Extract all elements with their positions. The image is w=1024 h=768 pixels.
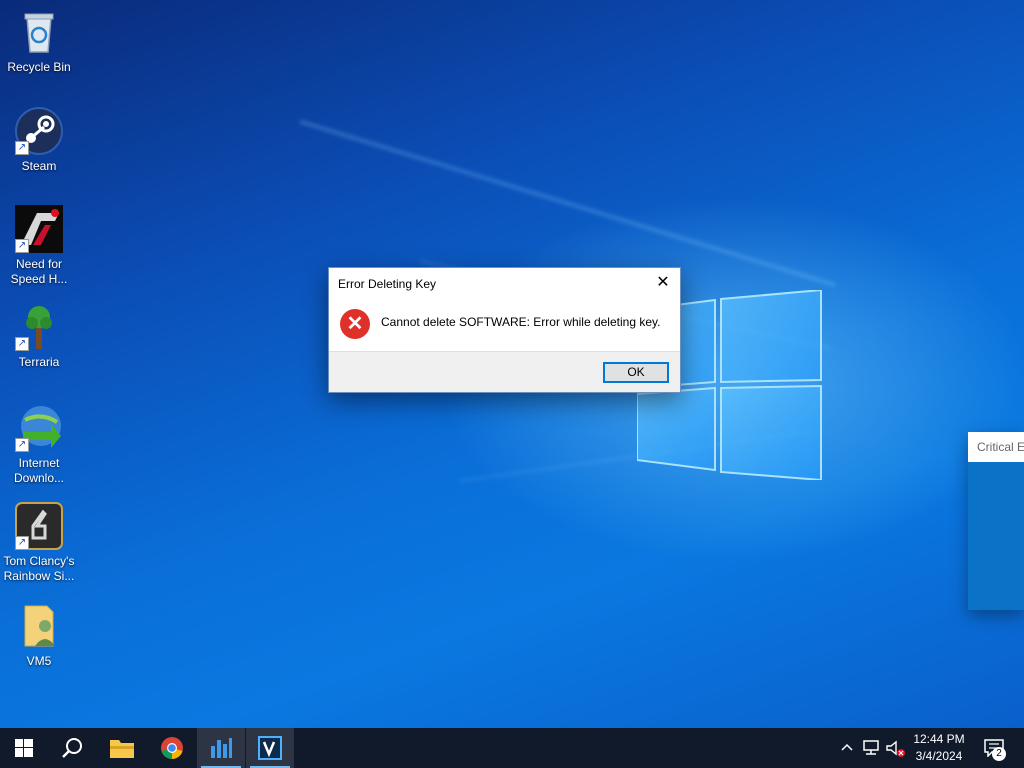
user-folder-icon xyxy=(15,602,63,650)
start-button[interactable] xyxy=(0,728,48,768)
network-icon xyxy=(863,740,879,755)
taskbar-clock[interactable]: 12:44 PM 3/4/2024 xyxy=(906,731,972,765)
recycle-bin-icon xyxy=(15,8,63,56)
chevron-up-icon xyxy=(841,743,853,751)
clock-date: 3/4/2024 xyxy=(915,749,963,763)
desktop-icon-label: Terraria xyxy=(18,355,60,369)
desktop-icon-label: Need for Speed H... xyxy=(10,257,68,286)
dialog-title: Error Deleting Key xyxy=(338,277,437,291)
critical-error-window[interactable]: Critical E xyxy=(968,432,1024,610)
v-app-icon xyxy=(258,736,282,760)
chrome-button[interactable] xyxy=(148,728,196,768)
desktop-icon-label: Tom Clancy's Rainbow Si... xyxy=(3,554,75,583)
dialog-message: Cannot delete SOFTWARE: Error while dele… xyxy=(381,315,661,329)
desktop-icon-label: Internet Downlo... xyxy=(13,456,65,485)
registry-editor-button[interactable] xyxy=(197,728,245,768)
shortcut-arrow-icon: ↗ xyxy=(15,141,29,155)
ok-button[interactable]: OK xyxy=(603,362,669,383)
show-hidden-icons-button[interactable] xyxy=(838,728,856,768)
shortcut-arrow-icon: ↗ xyxy=(15,337,29,351)
dialog-footer: OK xyxy=(329,351,680,392)
chrome-icon xyxy=(161,737,183,759)
internet-download-manager-icon: ↗ xyxy=(15,404,63,452)
action-center-button[interactable]: 2 xyxy=(978,728,1014,768)
clock-time: 12:44 PM xyxy=(913,732,965,746)
windows-start-icon xyxy=(15,739,33,757)
desktop-icon-label: VM5 xyxy=(26,654,52,668)
desktop-icon-need-for-speed[interactable]: ↗ Need for Speed H... xyxy=(2,205,76,287)
desktop-icon-steam[interactable]: ↗ Steam xyxy=(2,107,76,174)
taskbar: 12:44 PM 3/4/2024 2 xyxy=(0,728,1024,768)
shortcut-arrow-icon: ↗ xyxy=(15,239,29,253)
shortcut-arrow-icon: ↗ xyxy=(15,536,29,550)
error-icon: ✕ xyxy=(340,309,370,339)
network-button[interactable] xyxy=(860,728,882,768)
volume-muted-icon xyxy=(886,740,905,757)
search-icon xyxy=(62,738,82,758)
desktop-icon-rainbow-six[interactable]: ↗ Tom Clancy's Rainbow Si... xyxy=(2,502,76,584)
search-button[interactable] xyxy=(48,728,96,768)
shortcut-arrow-icon: ↗ xyxy=(15,438,29,452)
desktop-icon-vm5[interactable]: VM5 xyxy=(2,602,76,669)
rainbow-six-icon: ↗ xyxy=(15,502,63,550)
registry-editor-icon xyxy=(211,738,232,758)
close-icon[interactable]: ✕ xyxy=(646,268,680,298)
terraria-icon: ↗ xyxy=(15,303,63,351)
desktop-icon-label: Recycle Bin xyxy=(7,60,71,74)
critical-window-title: Critical E xyxy=(968,432,1024,462)
need-for-speed-icon: ↗ xyxy=(15,205,63,253)
v-app-button[interactable] xyxy=(246,728,294,768)
folder-icon xyxy=(110,740,134,758)
notification-badge: 2 xyxy=(992,747,1006,761)
desktop-icon-recycle-bin[interactable]: Recycle Bin xyxy=(2,8,76,75)
desktop-icon-internet-download-manager[interactable]: ↗ Internet Downlo... xyxy=(2,404,76,486)
dialog-titlebar[interactable]: Error Deleting Key ✕ xyxy=(329,268,680,298)
dialog-body: ✕ Cannot delete SOFTWARE: Error while de… xyxy=(329,298,680,351)
steam-icon: ↗ xyxy=(15,107,63,155)
error-dialog[interactable]: Error Deleting Key ✕ ✕ Cannot delete SOF… xyxy=(328,267,681,393)
file-explorer-button[interactable] xyxy=(98,728,146,768)
desktop-icon-terraria[interactable]: ↗ Terraria xyxy=(2,303,76,370)
volume-button[interactable] xyxy=(884,728,906,768)
desktop-icon-label: Steam xyxy=(21,159,57,173)
